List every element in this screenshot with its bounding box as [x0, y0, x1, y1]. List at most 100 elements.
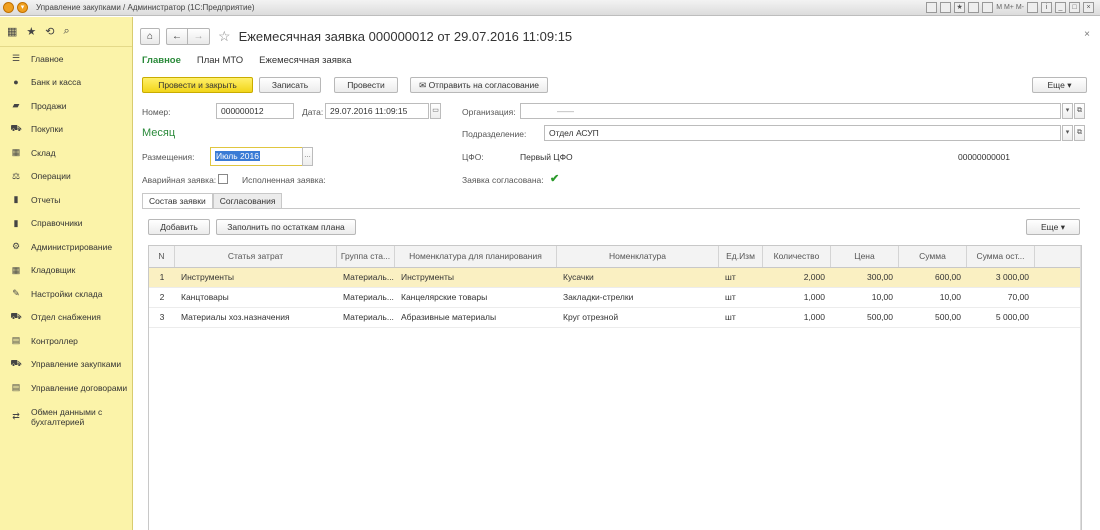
sidebar-item-label: Управление договорами	[31, 382, 128, 393]
table-cell: 2,000	[803, 272, 825, 282]
organization-dropdown-icon[interactable]: ▾	[1062, 103, 1073, 119]
close-window-icon[interactable]: ×	[1083, 2, 1094, 13]
sidebar-item[interactable]: ⛟ Управление закупками	[0, 353, 132, 377]
sidebar-item[interactable]: ⚙ Администрирование	[0, 235, 132, 259]
table-scrollbar[interactable]	[1080, 246, 1081, 530]
coin-icon: ●	[13, 77, 19, 88]
tab-request-contents[interactable]: Состав заявки	[142, 193, 213, 209]
info-icon[interactable]: i	[1041, 2, 1052, 13]
table-cell: 500,00	[867, 312, 893, 322]
close-icon[interactable]: ×	[1084, 29, 1090, 40]
table-cell: Круг отрезной	[563, 312, 619, 322]
post-button[interactable]: Провести	[334, 77, 398, 93]
sidebar-item[interactable]: ▤ Управление договорами	[0, 376, 132, 400]
sidebar-item[interactable]: ▦ Склад	[0, 141, 132, 165]
gear-icon: ⚙	[11, 241, 21, 252]
tab-approvals[interactable]: Согласования	[212, 193, 283, 209]
emergency-checkbox[interactable]	[218, 174, 228, 184]
fill-by-plan-button[interactable]: Заполнить по остаткам плана	[216, 219, 356, 235]
sidebar-item[interactable]: ▤ Контроллер	[0, 329, 132, 353]
sidebar-item[interactable]: ⛟ Отдел снабжения	[0, 306, 132, 330]
sidebar-item[interactable]: ▦ Кладовщик	[0, 259, 132, 283]
number-field[interactable]: 000000012	[216, 103, 294, 119]
subnav-monthly-request[interactable]: Ежемесячная заявка	[259, 55, 351, 66]
link-icon[interactable]	[968, 2, 980, 13]
more-button[interactable]: Еще ▾	[1032, 77, 1087, 93]
sidebar-item-label: Склад	[31, 147, 56, 158]
subnav-main[interactable]: Главное	[142, 55, 181, 66]
column-header[interactable]: Сумма	[899, 246, 967, 267]
organization-open-icon[interactable]: ⧉	[1074, 103, 1085, 119]
sidebar-item-label: Контроллер	[31, 335, 78, 346]
calendar-icon[interactable]	[926, 2, 938, 13]
save-button[interactable]: Записать	[259, 77, 321, 93]
sidebar-item[interactable]: ✎ Настройки склада	[0, 282, 132, 306]
send-for-approval-button[interactable]: ✉ Отправить на согласование	[410, 77, 548, 93]
column-header[interactable]: Номенклатура	[557, 246, 719, 267]
column-header[interactable]: Группа ста...	[337, 246, 395, 267]
organization-label: Организация:	[462, 107, 516, 117]
window-list-icon[interactable]	[1027, 2, 1038, 13]
placement-select-icon[interactable]: …	[302, 147, 313, 166]
department-field[interactable]: Отдел АСУП	[544, 125, 1061, 141]
column-header[interactable]: Ед.Изм	[719, 246, 763, 267]
forward-button[interactable]: →	[188, 28, 210, 45]
app-logo-icon	[3, 2, 14, 13]
date-field[interactable]: 29.07.2016 11:09:15	[325, 103, 429, 119]
sidebar-item-label: Покупки	[31, 124, 63, 135]
star-icon[interactable]: ★	[954, 2, 966, 13]
main-menu-icon[interactable]: ▾	[17, 2, 28, 13]
sidebar-item[interactable]: ⛟ Покупки	[0, 118, 132, 142]
organization-field[interactable]: ——	[520, 103, 1061, 119]
column-header[interactable]: N	[149, 246, 175, 267]
home-button[interactable]: ⌂	[140, 28, 160, 45]
sidebar-item[interactable]: ☰ Главное	[0, 47, 132, 71]
column-header[interactable]: Цена	[831, 246, 899, 267]
post-and-close-button[interactable]: Провести и закрыть	[142, 77, 253, 93]
table-cell: 70,00	[1007, 292, 1029, 302]
subnav-plan-mto[interactable]: План МТО	[197, 55, 243, 66]
sidebar-item-label: Продажи	[31, 100, 67, 111]
column-header[interactable]: Статья затрат	[175, 246, 337, 267]
placement-field[interactable]: Июль 2016	[210, 147, 303, 166]
warehouse-icon: ▦	[11, 264, 21, 275]
sidebar-item[interactable]: ⚖ Операции	[0, 165, 132, 189]
table-cell: Кусачки	[563, 272, 594, 282]
minimize-icon[interactable]: _	[1055, 2, 1066, 13]
column-header[interactable]: Номенклатура для планирования	[395, 246, 557, 267]
sidebar-item[interactable]: ▰ Продажи	[0, 94, 132, 118]
sidebar-item[interactable]: ● Банк и касса	[0, 71, 132, 95]
document-icon: ▤	[11, 335, 21, 346]
table-row[interactable]: 3 Материалы хоз.назначения Материаль... Абр…	[149, 308, 1081, 328]
add-button[interactable]: Добавить	[148, 219, 210, 235]
sidebar-item[interactable]: ▮ Справочники	[0, 212, 132, 236]
sidebar-item-label: Кладовщик	[31, 265, 76, 276]
history-icon[interactable]: ⟲	[45, 25, 54, 38]
sidebar-item[interactable]: ▮ Отчеты	[0, 188, 132, 212]
table-cell: Абразивные материалы	[401, 312, 497, 322]
favorite-star-icon[interactable]: ☆	[218, 28, 231, 45]
calendar-picker-icon[interactable]: ▭	[430, 103, 441, 119]
table-row[interactable]: 2 Канцтовары Материаль... Канцелярские това…	[149, 288, 1081, 308]
department-open-icon[interactable]: ⧉	[1074, 125, 1085, 141]
column-header[interactable]: Сумма ост...	[967, 246, 1035, 267]
placement-value: Июль 2016	[215, 151, 260, 161]
contract-icon: ▤	[11, 382, 21, 393]
search-icon[interactable]: ⌕	[64, 25, 70, 38]
table-row[interactable]: 1 Инструменты Материаль... Инструменты Кусач…	[149, 268, 1081, 288]
favorites-star-icon[interactable]: ★	[26, 25, 36, 38]
memory-buttons[interactable]: M M+ M-	[996, 4, 1024, 11]
table-cell: Канцтовары	[181, 292, 229, 302]
calculator-icon[interactable]	[982, 2, 994, 13]
department-dropdown-icon[interactable]: ▾	[1062, 125, 1073, 141]
sidebar-item-label: Справочники	[31, 218, 83, 229]
sidebar-item[interactable]: ⇄ Обмен данными с бухгалтерией	[0, 400, 132, 434]
maximize-icon[interactable]: □	[1069, 2, 1080, 13]
bag-icon: ▰	[12, 100, 20, 111]
table-more-button[interactable]: Еще ▾	[1026, 219, 1080, 235]
wrench-icon: ✎	[12, 288, 20, 299]
apps-grid-icon[interactable]: ▦	[7, 25, 17, 38]
back-button[interactable]: ←	[166, 28, 188, 45]
column-header[interactable]: Количество	[763, 246, 831, 267]
history-icon[interactable]	[940, 2, 952, 13]
